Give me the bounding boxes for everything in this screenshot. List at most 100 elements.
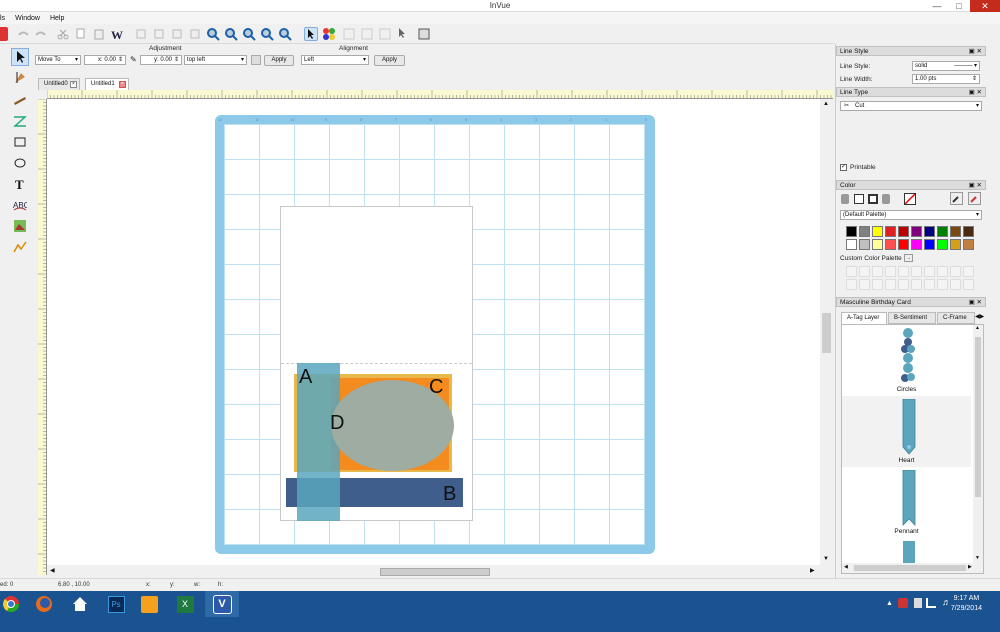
home-icon[interactable]	[63, 591, 97, 617]
fill-bucket-icon[interactable]	[841, 194, 849, 204]
knife-tool-icon[interactable]	[11, 91, 29, 109]
y-position-field[interactable]: y: 0.00 ⇕	[140, 55, 182, 65]
link-icon[interactable]: ✎	[130, 55, 137, 64]
custom-color-slot[interactable]	[885, 279, 896, 290]
close-tab-icon[interactable]: ×	[70, 81, 77, 88]
ungroup-icon[interactable]	[152, 27, 166, 41]
node-edit-icon[interactable]	[342, 27, 356, 41]
chrome-icon[interactable]	[0, 591, 28, 617]
select-pointer-icon[interactable]	[304, 27, 318, 41]
layer-item-circles[interactable]: Circles	[842, 325, 971, 396]
node-tool-icon[interactable]	[11, 69, 29, 87]
vertical-scroll-thumb[interactable]	[822, 313, 831, 353]
spinner-icon[interactable]: ⇕	[118, 56, 123, 64]
color-swatch[interactable]	[950, 239, 961, 250]
custom-color-slot[interactable]	[859, 279, 870, 290]
spinner-icon[interactable]: ⇕	[972, 75, 977, 83]
canvas-horizontal-scrollbar[interactable]: ◀ ▶	[47, 565, 833, 578]
scroll-up-icon[interactable]: ▲	[823, 101, 829, 107]
zoom-page-icon[interactable]	[278, 27, 292, 41]
firefox-icon[interactable]	[27, 591, 61, 617]
custom-color-slot[interactable]	[885, 266, 896, 277]
stroke-color-icon[interactable]	[868, 194, 878, 204]
scroll-right-icon[interactable]: ▶	[810, 567, 815, 574]
line-type-select[interactable]: ✂ Cut ▾	[840, 101, 982, 111]
rectangle-tool-icon[interactable]	[11, 133, 29, 151]
color-swatch[interactable]	[911, 226, 922, 237]
trace-tool-icon[interactable]	[11, 238, 29, 256]
no-color-icon[interactable]	[904, 193, 916, 205]
scroll-left-icon[interactable]: ◀	[844, 564, 848, 570]
color-swatch[interactable]	[924, 239, 935, 250]
apply-position-button[interactable]: Apply	[264, 55, 294, 66]
color-swatch[interactable]	[950, 226, 961, 237]
menu-item-window[interactable]: Window	[15, 15, 40, 22]
send-back-icon[interactable]	[188, 27, 202, 41]
printable-checkbox[interactable]: ✓	[840, 164, 847, 171]
custom-color-slot[interactable]	[924, 266, 935, 277]
custom-color-slot[interactable]	[963, 266, 974, 277]
minimize-icon[interactable]: —	[926, 0, 948, 12]
line-tool-icon[interactable]	[11, 112, 29, 130]
eyedropper-icon[interactable]	[950, 192, 963, 205]
tray-app-icon[interactable]	[898, 598, 908, 608]
tray-flag-icon[interactable]	[914, 598, 922, 608]
custom-color-slot[interactable]	[846, 266, 857, 277]
outlook-icon[interactable]	[132, 591, 166, 617]
color-swatch[interactable]	[846, 226, 857, 237]
cut-machine-icon[interactable]	[0, 27, 8, 41]
custom-color-slot[interactable]	[898, 279, 909, 290]
tab-c-frame[interactable]: C-Frame	[937, 312, 975, 324]
design-canvas[interactable]: 12 11 10 9 8 7 6 5 4 3 2 1 0 A C D B	[47, 99, 820, 565]
color-swatch[interactable]	[963, 226, 974, 237]
line-style-select[interactable]: solid ——— ▾	[912, 61, 980, 71]
custom-color-slot[interactable]	[950, 266, 961, 277]
layer-scroll-thumb[interactable]	[975, 337, 981, 497]
ellipse-tool-icon[interactable]	[11, 154, 29, 172]
system-clock[interactable]: 9:17 AM 7/29/2014	[951, 594, 982, 614]
tab-scroll-icon[interactable]: ◀▶	[975, 313, 984, 320]
zoom-fit-icon[interactable]	[206, 27, 220, 41]
scroll-up-icon[interactable]: ▲	[975, 325, 980, 331]
photoshop-icon[interactable]: Ps	[99, 591, 133, 617]
custom-color-slot[interactable]	[950, 279, 961, 290]
layer-item-heart[interactable]: Heart	[842, 396, 971, 467]
custom-color-slot[interactable]	[898, 266, 909, 277]
anchor-select[interactable]: top left ▾	[184, 55, 247, 65]
scroll-left-icon[interactable]: ◀	[50, 567, 55, 574]
custom-color-slot[interactable]	[872, 266, 883, 277]
color-swatch[interactable]	[911, 239, 922, 250]
move-mode-select[interactable]: Move To ▾	[35, 55, 81, 65]
spinner-icon[interactable]: ⇕	[174, 56, 179, 64]
eyedropper-stroke-icon[interactable]	[968, 192, 981, 205]
scroll-down-icon[interactable]: ▼	[823, 556, 829, 562]
custom-color-slot[interactable]	[937, 279, 948, 290]
network-icon[interactable]	[926, 598, 936, 608]
layer-list-horizontal-scrollbar[interactable]: ◀ ▶	[842, 563, 983, 573]
color-swatch[interactable]	[846, 239, 857, 250]
maximize-icon[interactable]: □	[948, 0, 970, 12]
fill-color-icon[interactable]	[854, 194, 864, 204]
color-swatch[interactable]	[859, 239, 870, 250]
anchor-grid-icon[interactable]	[251, 55, 261, 65]
layer-list[interactable]: Circles Heart Pennant ▲ ▼ ◀ ▶	[841, 324, 984, 574]
menu-item-tools[interactable]: ls	[0, 15, 5, 22]
x-position-field[interactable]: x: 0.00 ⇕	[84, 55, 126, 65]
invue-taskbar-icon[interactable]: V	[205, 591, 239, 617]
palette-select[interactable]: (Default Palette) ▾	[840, 210, 982, 220]
bring-front-icon[interactable]	[170, 27, 184, 41]
color-fill-icon[interactable]	[322, 27, 336, 41]
panel-controls-icon[interactable]: ▣ ✕	[969, 47, 982, 56]
tab-untitled1[interactable]: Untitled1 ×	[85, 78, 129, 90]
close-tab-icon[interactable]: ×	[119, 81, 126, 88]
panel-controls-icon[interactable]: ▣ ✕	[969, 181, 982, 190]
stroke-bucket-icon[interactable]	[882, 194, 890, 204]
apply-alignment-button[interactable]: Apply	[374, 55, 405, 66]
scroll-right-icon[interactable]: ▶	[968, 564, 972, 570]
frame-icon[interactable]	[417, 27, 431, 41]
color-swatch[interactable]	[872, 239, 883, 250]
paste-icon[interactable]	[92, 27, 106, 41]
custom-color-slot[interactable]	[911, 279, 922, 290]
line-width-field[interactable]: 1.00 pts ⇕	[912, 74, 980, 84]
node-pointer-icon[interactable]	[396, 27, 410, 41]
